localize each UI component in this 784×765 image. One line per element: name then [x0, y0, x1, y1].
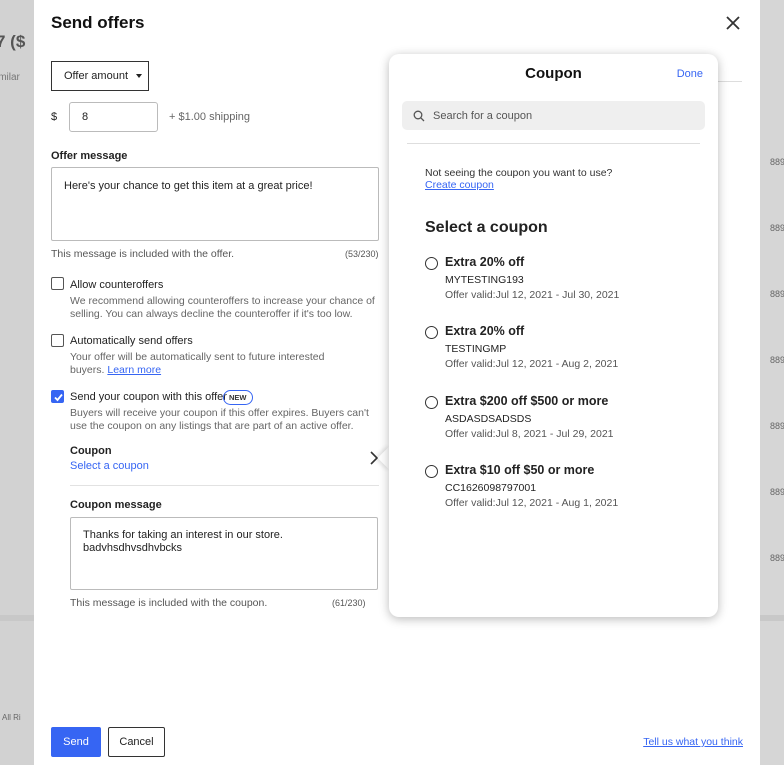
coupon-option-validity: Offer valid:Jul 8, 2021 - Jul 29, 2021: [445, 428, 614, 440]
select-coupon-heading: Select a coupon: [425, 219, 548, 236]
offer-amount-dropdown-label: Offer amount: [64, 70, 128, 82]
learn-more-link[interactable]: Learn more: [107, 364, 161, 376]
auto-send-offers-label: Automatically send offers: [70, 335, 193, 347]
coupon-option-code: CC1626098797001: [445, 482, 537, 494]
coupon-option-validity: Offer valid:Jul 12, 2021 - Aug 1, 2021: [445, 497, 619, 509]
coupon-option-validity: Offer valid:Jul 12, 2021 - Aug 2, 2021: [445, 358, 619, 370]
coupon-option-title: Extra 20% off: [445, 255, 525, 269]
offer-message-textarea[interactable]: Here's your chance to get this item at a…: [51, 167, 379, 241]
coupon-radio[interactable]: [425, 396, 438, 409]
background-right-strip: [760, 0, 784, 765]
coupon-label: Coupon: [70, 445, 112, 457]
background-item-number: 8895: [769, 289, 784, 299]
coupon-search-box[interactable]: [402, 101, 705, 130]
close-button[interactable]: [724, 14, 742, 32]
background-item-number: 8897: [769, 487, 784, 497]
new-badge: NEW: [223, 390, 253, 405]
offer-message-label: Offer message: [51, 150, 128, 162]
send-coupon-description: Buyers will receive your coupon if this …: [70, 407, 369, 432]
background-item-number: 8894: [769, 223, 784, 233]
coupon-radio[interactable]: [425, 257, 438, 270]
done-button[interactable]: Done: [677, 68, 703, 80]
coupon-radio[interactable]: [425, 465, 438, 478]
coupon-search-input[interactable]: [433, 109, 693, 122]
send-coupon-checkbox[interactable]: [51, 390, 64, 403]
create-coupon-link[interactable]: Create coupon: [425, 179, 494, 191]
allow-counteroffers-checkbox[interactable]: [51, 277, 64, 290]
coupon-option-code: MYTESTING193: [445, 274, 524, 286]
send-button[interactable]: Send: [51, 727, 101, 757]
coupon-popover: Coupon Done Not seeing the coupon you wa…: [389, 54, 718, 617]
checkmark-icon: [54, 393, 63, 402]
send-coupon-label: Send your coupon with this offer: [70, 391, 227, 403]
allow-counteroffers-description: We recommend allowing counteroffers to i…: [70, 295, 375, 320]
coupon-option-title: Extra 20% off: [445, 324, 525, 338]
chevron-down-icon: [136, 74, 142, 78]
select-coupon-link[interactable]: Select a coupon: [70, 460, 149, 472]
coupon-option-validity: Offer valid:Jul 12, 2021 - Jul 30, 2021: [445, 289, 620, 301]
offer-amount-dropdown[interactable]: Offer amount: [51, 61, 149, 91]
coupon-option-code: TESTINGMP: [445, 343, 507, 355]
search-icon: [413, 110, 425, 121]
coupon-option-code: ASDASDSADSDS: [445, 413, 532, 425]
coupon-message-counter: (61/230): [332, 598, 366, 608]
background-left-strip: [0, 0, 34, 765]
coupon-message-line: badvhsdhvsdhvbcks: [83, 542, 183, 554]
background-item-number: 8893: [769, 157, 784, 167]
background-item-number: 8896: [769, 355, 784, 365]
background-footer-text: c. All Ri: [0, 713, 21, 722]
currency-symbol: $: [51, 111, 58, 123]
background-price-text: 7 ($: [0, 32, 26, 51]
background-item-number: 8897: [769, 553, 784, 563]
coupon-message-textarea[interactable]: Thanks for taking an interest in our sto…: [70, 517, 378, 590]
coupon-divider: [70, 485, 379, 486]
offer-message-note: This message is included with the offer.: [51, 248, 235, 260]
auto-send-offers-checkbox[interactable]: [51, 334, 64, 347]
coupon-message-label: Coupon message: [70, 499, 162, 511]
offer-message-counter: (53/230): [345, 249, 379, 259]
shipping-note: + $1.00 shipping: [169, 111, 251, 123]
popover-divider: [407, 143, 700, 144]
coupon-message-line: Thanks for taking an interest in our sto…: [83, 529, 283, 541]
background-item-number: 8896: [769, 421, 784, 431]
coupon-option-title: Extra $10 off $50 or more: [445, 463, 595, 477]
coupon-option-title: Extra $200 off $500 or more: [445, 394, 609, 408]
auto-send-offers-description: Your offer will be automatically sent to…: [70, 351, 332, 377]
modal-title: Send offers: [51, 13, 145, 32]
feedback-link[interactable]: Tell us what you think: [643, 736, 743, 748]
cancel-button[interactable]: Cancel: [108, 727, 165, 757]
background-similar-text: imilar: [0, 72, 20, 83]
allow-counteroffers-label: Allow counteroffers: [70, 279, 164, 291]
not-seeing-text: Not seeing the coupon you want to use?: [425, 167, 613, 179]
offer-amount-input[interactable]: [69, 102, 158, 132]
close-icon: [726, 16, 740, 30]
coupon-radio[interactable]: [425, 326, 438, 339]
popover-title: Coupon: [525, 65, 582, 82]
coupon-message-note: This message is included with the coupon…: [70, 597, 268, 609]
